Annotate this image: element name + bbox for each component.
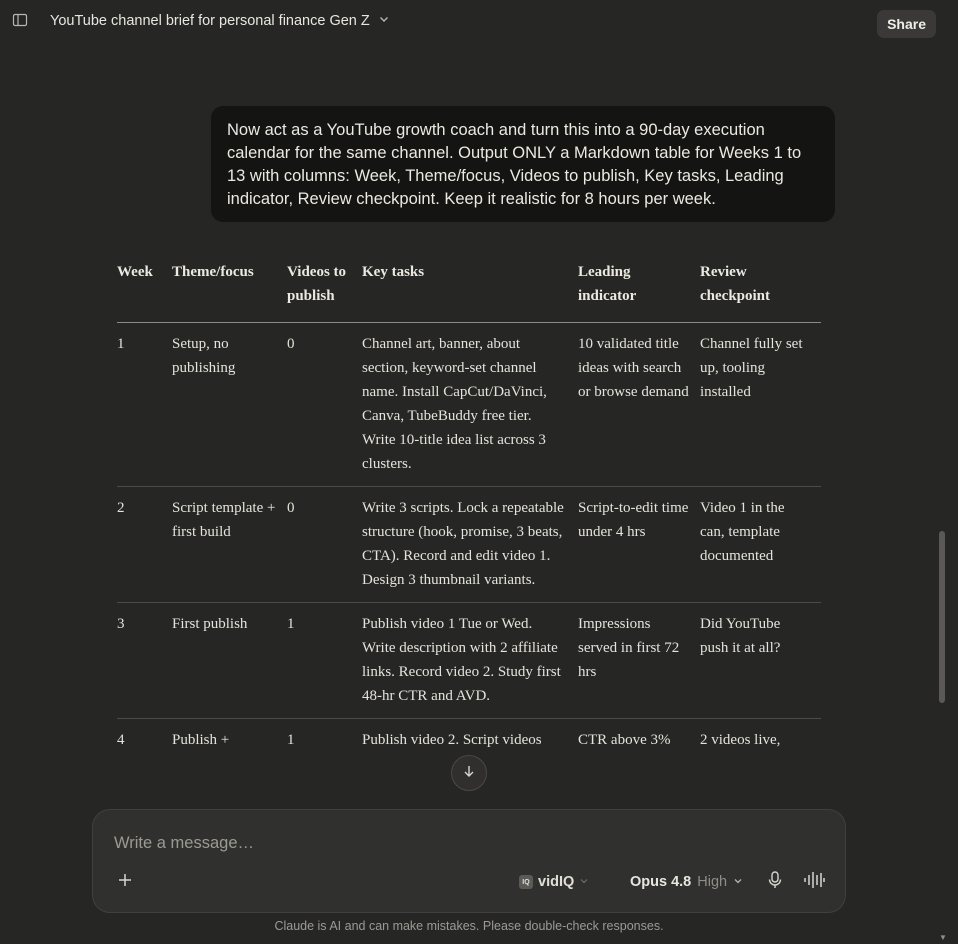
model-selector[interactable]: Opus 4.8 High xyxy=(630,870,743,894)
table-row: 1 Setup, no publishing 0 Channel art, ba… xyxy=(117,323,821,487)
microphone-icon xyxy=(767,870,783,894)
table-cell: 2 videos live, xyxy=(700,718,821,762)
scroll-to-bottom-button[interactable] xyxy=(451,755,487,791)
table-header-cell: Key tasks xyxy=(362,258,578,323)
table-cell: 2 xyxy=(117,486,172,603)
assistant-response: Week Theme/focus Videos to publish Key t… xyxy=(117,258,821,762)
table-cell: Channel art, banner, about section, keyw… xyxy=(362,336,547,472)
chevron-down-icon xyxy=(733,874,743,890)
top-bar: YouTube channel brief for personal finan… xyxy=(0,0,958,46)
table-cell: Script-to-edit time under 4 hrs xyxy=(578,486,700,603)
table-cell: 3 xyxy=(117,602,172,719)
add-attachment-button[interactable] xyxy=(113,870,137,894)
chevron-down-icon xyxy=(579,874,589,890)
table-cell: 0 xyxy=(287,336,295,352)
chevron-down-icon xyxy=(378,12,390,30)
table-cell: Impressions served in first 72 hrs xyxy=(578,602,700,719)
table-cell: Script template + first build xyxy=(172,486,287,603)
tool-label: vidIQ xyxy=(538,874,575,890)
conversation-title-menu[interactable]: YouTube channel brief for personal finan… xyxy=(50,12,390,30)
table-cell: 1 xyxy=(287,718,362,762)
table-row: 3 First publish 1 Publish video 1 Tue or… xyxy=(117,602,821,719)
message-composer: IQ vidIQ Opus 4.8 High xyxy=(92,809,846,913)
dictation-button[interactable] xyxy=(763,870,787,894)
table-cell: Publish video 1 Tue or Wed. Write descri… xyxy=(362,602,578,719)
table-cell: Video 1 in the can, template documented xyxy=(700,486,821,603)
arrow-down-icon xyxy=(462,764,476,783)
share-button[interactable]: Share xyxy=(877,10,936,38)
sidebar-toggle-icon[interactable] xyxy=(12,12,28,28)
table-header-cell: Week xyxy=(117,258,172,323)
table-cell: 10 validated title ideas with search or … xyxy=(578,336,689,400)
table-cell: CTR above 3% xyxy=(578,718,700,762)
table-header-cell: Leading indicator xyxy=(578,258,700,323)
table-cell: Publish + xyxy=(172,718,287,762)
table-header-cell: Videos to publish xyxy=(287,258,362,323)
table-cell: First publish xyxy=(172,602,287,719)
scrollbar-thumb[interactable] xyxy=(939,531,945,703)
model-effort: High xyxy=(697,874,728,890)
plus-icon xyxy=(118,873,132,892)
voice-waveform-icon xyxy=(803,871,825,894)
table-cell: 1 xyxy=(117,336,125,352)
table-header-cell: Theme/focus xyxy=(172,258,287,323)
table-cell: Did YouTube push it at all? xyxy=(700,602,821,719)
scroll-down-arrow[interactable]: ▼ xyxy=(939,933,947,942)
conversation-title: YouTube channel brief for personal finan… xyxy=(50,13,370,29)
model-name: Opus 4.8 xyxy=(630,874,692,890)
table-cell: 0 xyxy=(287,486,362,603)
table-cell: 1 xyxy=(287,602,362,719)
table-cell: Channel fully set up, tooling installed xyxy=(700,336,803,400)
table-cell: Write 3 scripts. Lock a repeatable struc… xyxy=(362,486,578,603)
calendar-table: Week Theme/focus Videos to publish Key t… xyxy=(117,258,821,762)
disclaimer: Claude is AI and can make mistakes. Plea… xyxy=(274,919,664,933)
tool-selector[interactable]: IQ vidIQ xyxy=(519,870,589,894)
message-input[interactable] xyxy=(114,830,814,856)
table-cell: 4 xyxy=(117,718,172,762)
table-header-cell: Review checkpoint xyxy=(700,258,821,323)
table-row: 2 Script template + first build 0 Write … xyxy=(117,486,821,603)
voice-mode-button[interactable] xyxy=(801,870,827,894)
vidiq-logo: IQ xyxy=(519,875,533,889)
table-cell: Setup, no publishing xyxy=(172,336,236,376)
user-message: Now act as a YouTube growth coach and tu… xyxy=(211,106,835,222)
table-header-row: Week Theme/focus Videos to publish Key t… xyxy=(117,258,821,323)
